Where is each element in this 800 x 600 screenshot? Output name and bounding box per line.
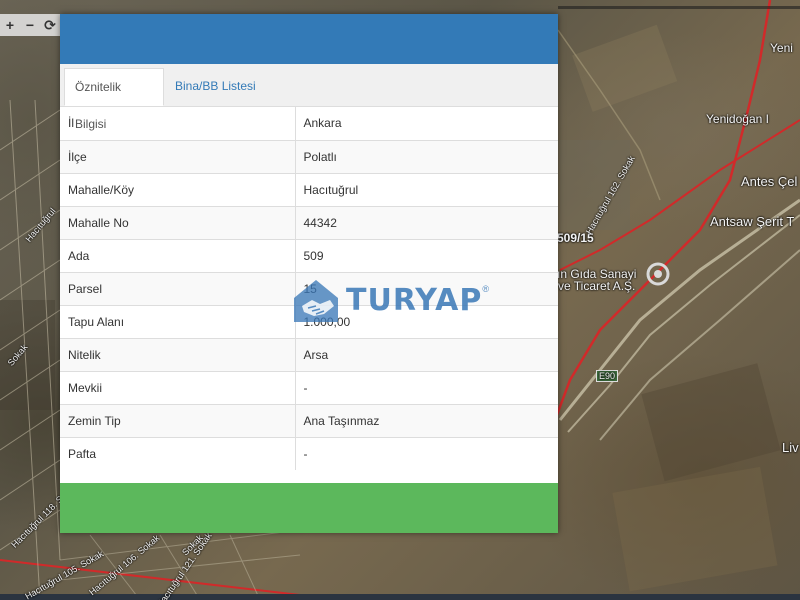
attribute-key: İlçe [60,139,296,173]
attribute-value: Arsa [295,337,558,371]
attribute-value: 44342 [295,205,558,239]
table-row: Mevkii - [60,370,558,404]
attribute-value: Ana Taşınmaz [295,403,558,437]
map-zoom-controls: + − ⟳ [0,14,60,36]
tab-attribute-info[interactable]: Öznitelik Bilgisi [64,68,164,131]
zoom-out-button[interactable]: − [20,14,40,36]
table-row: İl Ankara [60,107,558,140]
table-row: Nitelik Arsa [60,337,558,371]
map-label: Liv [782,440,799,455]
table-row: Mahalle/Köy Hacıtuğrul [60,172,558,206]
table-row: İlçe Polatlı [60,139,558,173]
map-label: Yenidoğan I [706,112,769,126]
attribute-value: 15 [295,271,558,305]
panel-header [60,14,558,64]
attribute-value: - [295,370,558,404]
table-row: Pafta - [60,436,558,470]
attribute-key: Mahalle/Köy [60,172,296,206]
attribute-key: Zemin Tip [60,403,296,437]
attribute-key: Tapu Alanı [60,304,296,338]
tab-building-list[interactable]: Bina/BB Listesi [165,68,266,105]
attribute-key: Pafta [60,436,296,470]
map-label: Yeni [770,41,793,55]
attribute-key: Nitelik [60,337,296,371]
attribute-value: Hacıtuğrul [295,172,558,206]
attribute-value: 509 [295,238,558,272]
table-row: Ada 509 [60,238,558,272]
attribute-value: 1.000,00 [295,304,558,338]
map-label: Antsaw Şerit T [710,214,795,229]
attribute-key: Ada [60,238,296,272]
attribute-key: Mevkii [60,370,296,404]
map-label: ve Ticaret A.Ş. [558,279,636,293]
zoom-in-button[interactable]: + [0,14,20,36]
rotate-button[interactable]: ⟳ [40,14,60,36]
attribute-key: Mahalle No [60,205,296,239]
table-row: Mahalle No 44342 [60,205,558,239]
panel-footer [60,483,558,533]
attribute-value: Ankara [303,116,342,131]
map-top-bar [558,6,800,9]
table-row: Parsel 15 [60,271,558,305]
panel-tabs: Öznitelik Bilgisi Bina/BB Listesi [60,64,558,131]
highway-shield: E90 [596,370,619,382]
attribute-table: İl Ankara İlçe Polatlı Mahalle/Köy Hacıtuğr… [60,107,558,470]
table-row: Zemin Tip Ana Taşınmaz [60,403,558,437]
map-label: Antes Çel [741,174,798,189]
table-row: Tapu Alanı 1.000,00 [60,304,558,338]
attribute-value: - [295,436,558,470]
attribute-key: Parsel [60,271,296,305]
map-viewport[interactable]: Yeni Yenidoğan I Antes Çel Antsaw Şerit … [0,0,800,600]
parcel-info-panel: Öznitelik Bilgisi Bina/BB Listesi İl Anka… [60,14,558,533]
attribute-value: Polatlı [295,139,558,173]
